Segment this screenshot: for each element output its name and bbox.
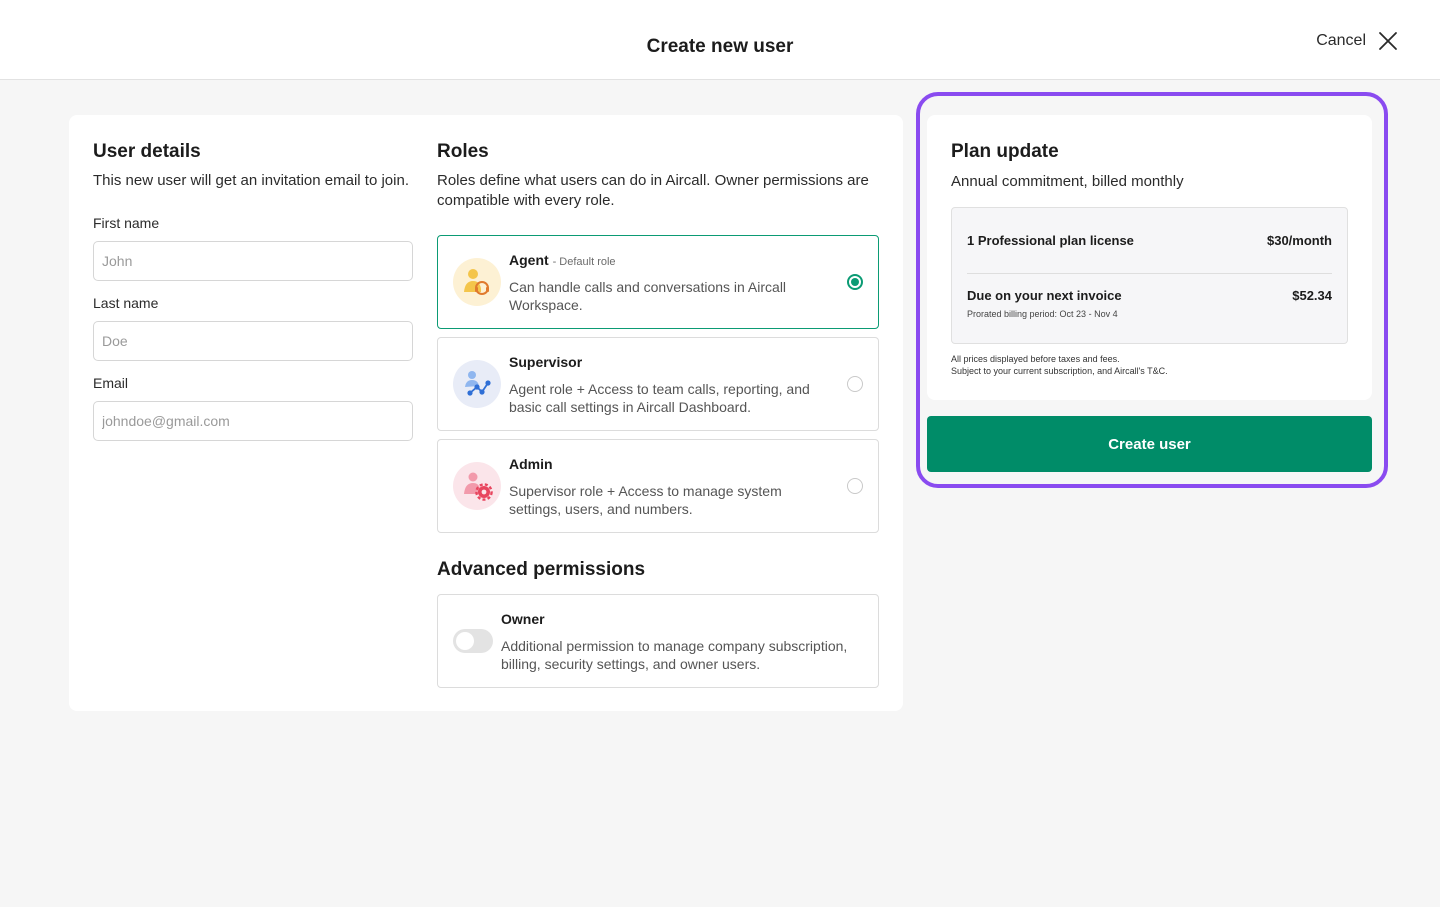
role-name-agent: Agent - Default role: [509, 252, 616, 268]
due-line: Due on your next invoice $52.34: [967, 288, 1332, 303]
role-option-supervisor[interactable]: Supervisor Agent role + Access to team c…: [437, 337, 879, 431]
roles-description: Roles define what users can do in Aircal…: [437, 172, 869, 209]
plan-update-subtitle: Annual commitment, billed monthly: [951, 173, 1184, 190]
last-name-input[interactable]: [93, 321, 413, 361]
agent-radio[interactable]: [847, 274, 863, 290]
prorated-period: Prorated billing period: Oct 23 - Nov 4: [967, 309, 1118, 319]
role-description-admin: Supervisor role + Access to manage syste…: [509, 483, 782, 517]
role-option-admin[interactable]: Admin Supervisor role + Access to manage…: [437, 439, 879, 533]
due-amount: $52.34: [1292, 288, 1332, 303]
agent-headset-icon: [453, 258, 501, 306]
cancel-button[interactable]: Cancel: [1316, 28, 1398, 54]
license-price: $30/month: [1266, 233, 1332, 248]
due-label: Due on your next invoice: [967, 288, 1122, 303]
role-name-admin: Admin: [509, 456, 553, 472]
last-name-label: Last name: [93, 295, 159, 311]
admin-gear-icon: [453, 462, 501, 510]
user-details-title: User details: [93, 141, 201, 162]
roles-section: Roles Roles define what users can do in …: [437, 141, 879, 688]
plan-update-card: Plan update Annual commitment, billed mo…: [927, 115, 1372, 400]
cancel-label: Cancel: [1316, 32, 1366, 49]
license-line: 1 Professional plan license $30/month: [967, 233, 1332, 248]
role-option-agent[interactable]: Agent - Default role Can handle calls an…: [437, 235, 879, 329]
advanced-permissions-title: Advanced permissions: [437, 559, 646, 580]
roles-title: Roles: [437, 141, 489, 162]
disclaimer-line-1: All prices displayed before taxes and fe…: [951, 354, 1120, 364]
invoice-divider: [967, 273, 1332, 274]
create-user-button[interactable]: Create user: [927, 416, 1372, 472]
first-name-input[interactable]: [93, 241, 413, 281]
first-name-label: First name: [93, 215, 160, 231]
top-bar: Create new user Cancel: [0, 0, 1440, 80]
user-form-card: User details This new user will get an i…: [69, 115, 903, 711]
owner-permission-card: Owner Additional permission to manage co…: [437, 594, 879, 688]
owner-permission-name: Owner: [501, 611, 545, 627]
user-details-section: User details This new user will get an i…: [93, 141, 413, 441]
email-input[interactable]: [93, 401, 413, 441]
role-description-agent: Can handle calls and conversations in Ai…: [509, 279, 787, 313]
owner-permission-description: Additional permission to manage company …: [501, 638, 848, 672]
role-name-supervisor: Supervisor: [509, 354, 583, 370]
user-details-description: This new user will get an invitation ema…: [93, 172, 409, 189]
disclaimer-line-2: Subject to your current subscription, an…: [951, 366, 1168, 376]
page-title: Create new user: [646, 36, 794, 57]
price-disclaimer: All prices displayed before taxes and fe…: [951, 353, 1351, 377]
admin-radio[interactable]: [847, 478, 863, 494]
role-agent-label: Agent: [509, 252, 549, 268]
invoice-summary: 1 Professional plan license $30/month Du…: [951, 207, 1348, 344]
default-role-tag: - Default role: [552, 256, 616, 268]
supervisor-radio[interactable]: [847, 376, 863, 392]
plan-update-title: Plan update: [951, 141, 1059, 162]
owner-toggle[interactable]: [453, 629, 493, 653]
license-label: 1 Professional plan license: [967, 233, 1134, 248]
role-description-supervisor: Agent role + Access to team calls, repor…: [509, 381, 810, 415]
email-label: Email: [93, 375, 129, 391]
close-icon[interactable]: [1378, 31, 1398, 51]
supervisor-network-icon: [453, 360, 501, 408]
